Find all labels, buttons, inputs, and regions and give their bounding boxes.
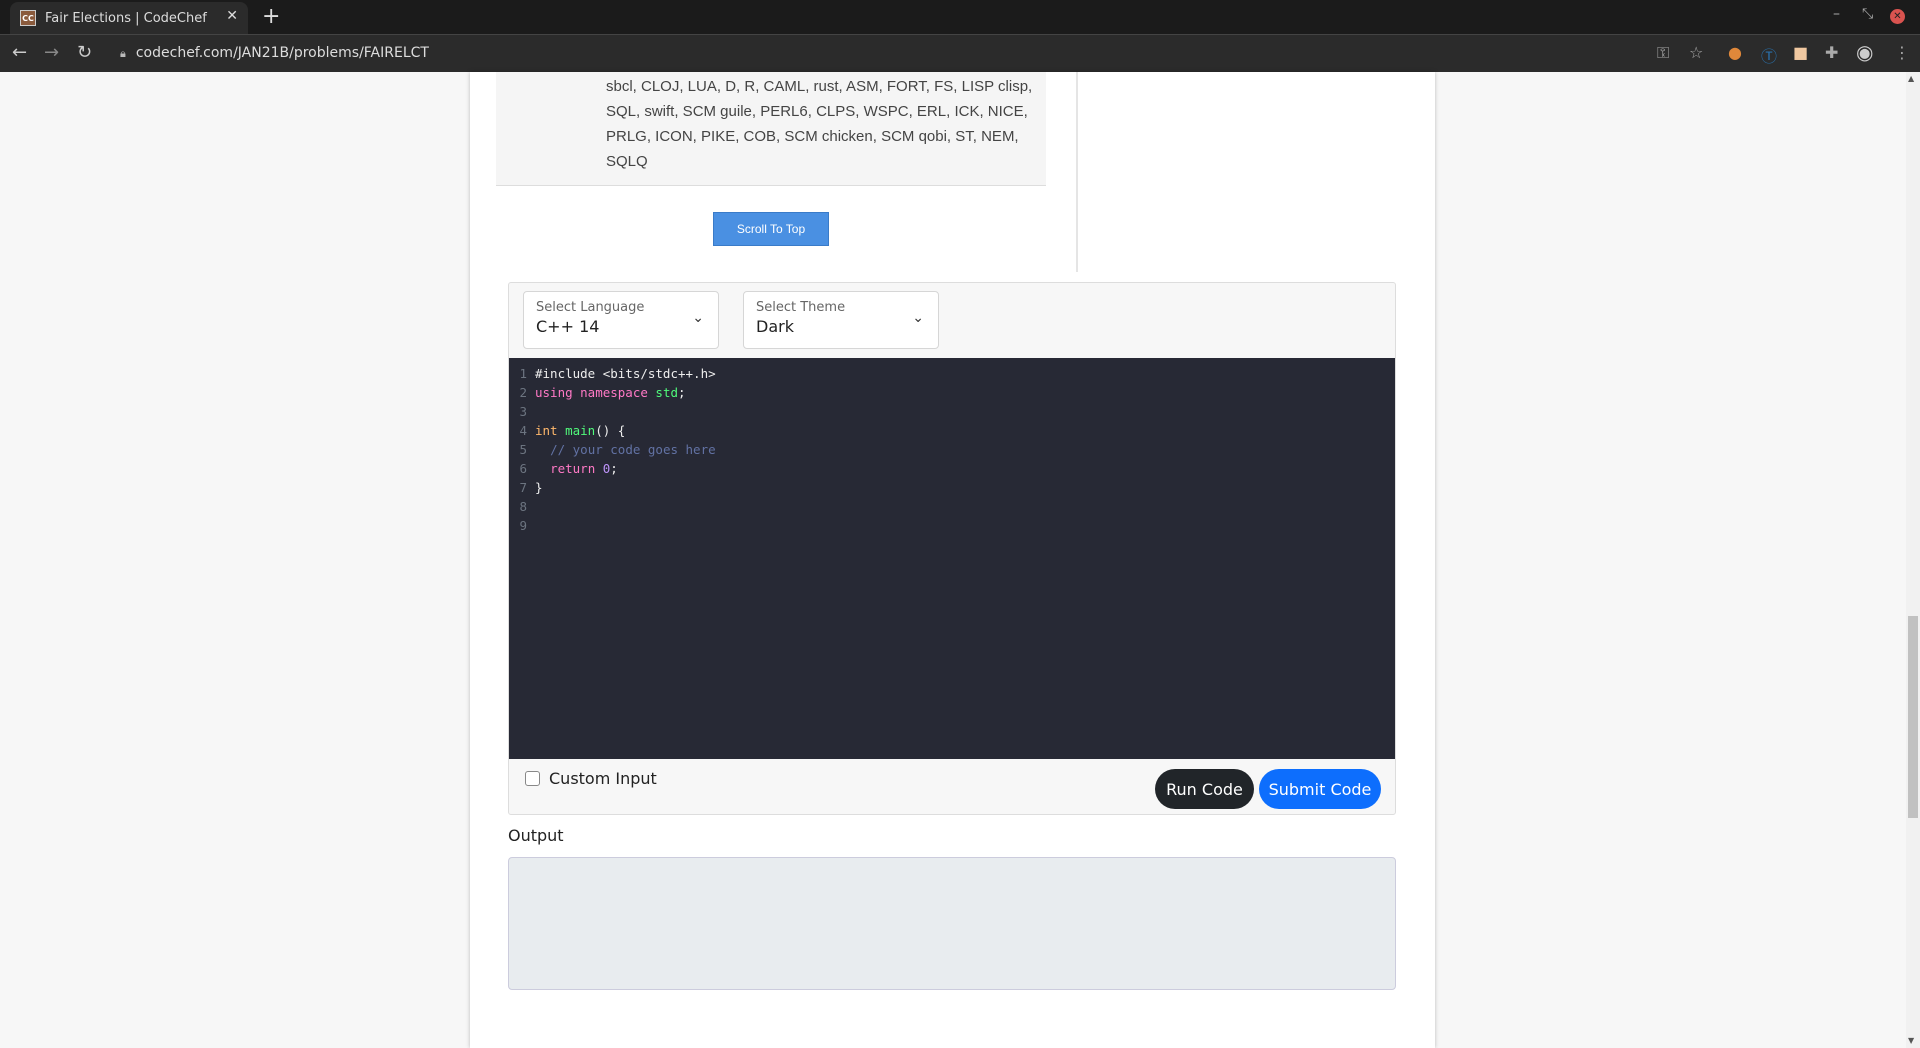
line-number: 3 [519, 404, 527, 419]
chevron-down-icon: ⌄ [912, 310, 924, 326]
code-token: ; [610, 461, 618, 476]
scroll-up-arrow-icon[interactable]: ▲ [1908, 74, 1914, 83]
address-bar[interactable]: 🔒︎ codechef.com/JAN21B/problems/FAIRELCT [120, 45, 429, 61]
lock-icon: 🔒︎ [120, 47, 126, 60]
code-line: 2 using namespace std; [509, 383, 1395, 402]
problem-page: sbcl, CLOJ, LUA, D, R, CAML, rust, ASM, … [470, 72, 1435, 1048]
code-line: 9 [509, 516, 1395, 535]
code-token: // your code goes here [550, 442, 716, 457]
code-line: 3 [509, 402, 1395, 421]
theme-select-value: Dark [756, 317, 794, 336]
language-select-label: Select Language [536, 300, 645, 315]
output-label: Output [508, 826, 564, 845]
minimize-icon[interactable]: – [1833, 6, 1840, 22]
code-token: return [550, 461, 603, 476]
url-text: codechef.com/JAN21B/problems/FAIRELCT [135, 45, 429, 61]
code-token: int [535, 423, 566, 438]
code-line: 4 int main() { [509, 421, 1395, 440]
window-close-icon[interactable]: ✕ [1890, 9, 1905, 24]
code-token: using namespace [535, 385, 656, 400]
profile-avatar-icon[interactable]: ◉ [1856, 40, 1873, 64]
line-number: 9 [519, 518, 527, 533]
submit-code-button[interactable]: Submit Code [1259, 769, 1381, 809]
code-token: #include <bits/stdc++.h> [535, 366, 716, 381]
scroll-down-arrow-icon[interactable]: ▼ [1908, 1036, 1914, 1045]
line-number: 1 [519, 366, 527, 381]
codechef-favicon-icon: CC [20, 10, 36, 26]
browser-toolbar: ← → ↻ 🔒︎ codechef.com/JAN21B/problems/FAI… [0, 34, 1920, 72]
theme-select[interactable]: Select Theme Dark ⌄ [743, 291, 939, 349]
menu-kebab-icon[interactable]: ⋮ [1894, 43, 1910, 62]
code-editor-panel: Select Language C++ 14 ⌄ Select Theme Da… [508, 282, 1396, 815]
line-number: 2 [519, 385, 527, 400]
run-code-button[interactable]: Run Code [1155, 769, 1254, 809]
restore-icon[interactable]: ⤡ [1862, 6, 1873, 22]
line-number: 8 [519, 499, 527, 514]
scrollbar-thumb[interactable] [1908, 616, 1918, 818]
theme-select-label: Select Theme [756, 300, 846, 315]
line-number: 5 [519, 442, 527, 457]
checkbox-icon[interactable] [525, 771, 540, 786]
languages-box: sbcl, CLOJ, LUA, D, R, CAML, rust, ASM, … [496, 72, 1046, 186]
extension-cookie-icon[interactable]: ● [1728, 43, 1742, 62]
code-token: main [565, 423, 596, 438]
code-token: } [535, 480, 543, 495]
new-tab-icon[interactable]: + [262, 4, 280, 29]
key-icon[interactable]: ⚿ [1657, 43, 1669, 63]
back-icon[interactable]: ← [12, 42, 27, 63]
chevron-down-icon: ⌄ [692, 310, 704, 326]
browser-tab[interactable]: CC Fair Elections | CodeChef ✕ [10, 2, 248, 34]
forward-icon[interactable]: → [44, 42, 59, 63]
code-line: 5 // your code goes here [509, 440, 1395, 459]
code-textarea[interactable]: 1 #include <bits/stdc++.h> 2 using namespac… [509, 358, 1395, 759]
tab-title: Fair Elections | CodeChef [45, 10, 207, 26]
languages-list: sbcl, CLOJ, LUA, D, R, CAML, rust, ASM, … [606, 78, 1033, 170]
line-number: 4 [519, 423, 527, 438]
close-tab-icon[interactable]: ✕ [226, 8, 238, 24]
column-divider [1076, 72, 1078, 272]
code-token: () { [595, 423, 626, 438]
code-line: 6 return 0; [509, 459, 1395, 478]
tab-bar: CC Fair Elections | CodeChef ✕ + – ⤡ ✕ [0, 0, 1920, 34]
extension-t-icon[interactable]: Ⓣ [1761, 43, 1777, 67]
extensions-puzzle-icon[interactable]: ✚ [1825, 43, 1838, 62]
code-line: 7} [509, 478, 1395, 497]
reload-icon[interactable]: ↻ [77, 42, 92, 63]
code-line: 8 [509, 497, 1395, 516]
code-token: ; [678, 385, 694, 400]
code-token: std [655, 385, 678, 400]
language-select[interactable]: Select Language C++ 14 ⌄ [523, 291, 719, 349]
scroll-to-top-button[interactable]: Scroll To Top [713, 212, 829, 246]
custom-input-label: Custom Input [549, 769, 657, 788]
output-textarea[interactable] [508, 857, 1396, 990]
code-line: 1 #include <bits/stdc++.h> [509, 364, 1395, 383]
custom-input-checkbox[interactable]: Custom Input [525, 769, 657, 788]
bookmark-star-icon[interactable]: ☆ [1689, 43, 1703, 62]
extension-box-icon[interactable]: ■ [1793, 43, 1808, 62]
line-number: 7 [519, 480, 527, 495]
language-select-value: C++ 14 [536, 317, 600, 336]
page-scrollbar[interactable]: ▲ ▼ [1906, 72, 1920, 1048]
line-number: 6 [519, 461, 527, 476]
